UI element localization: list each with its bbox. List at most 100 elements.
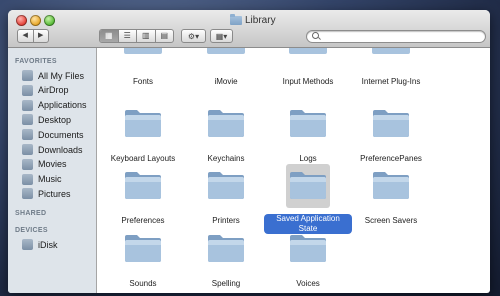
sidebar-item-label: Documents — [38, 129, 84, 140]
folder-label: Screen Savers — [364, 216, 418, 225]
window-title: Library — [230, 13, 276, 27]
folder-item[interactable]: iMovie — [180, 48, 272, 293]
folder-label: iMovie — [214, 77, 238, 86]
action-button[interactable]: ⚙▾ — [181, 29, 206, 43]
sidebar-item-all-my-files[interactable]: All My Files — [8, 68, 96, 83]
sidebar-item-desktop[interactable]: Desktop — [8, 112, 96, 127]
folder-icon — [208, 172, 244, 199]
folder-label: Keyboard Layouts — [110, 154, 176, 163]
list-view-button[interactable]: ☰ — [117, 30, 137, 42]
desktop-icon — [22, 114, 33, 126]
airdrop-icon — [22, 84, 33, 96]
devices-header: DEVICES — [15, 227, 48, 234]
column-view-button[interactable]: ▥ — [136, 30, 155, 42]
folder-label: Input Methods — [282, 77, 334, 86]
folder-label: Printers — [212, 216, 240, 225]
sidebar-item-movies[interactable]: Movies — [8, 157, 96, 172]
folder-label: Voices — [296, 279, 320, 288]
sidebar: FAVORITES All My Files AirDrop Application… — [8, 48, 97, 293]
sidebar-item-label: AirDrop — [38, 85, 69, 96]
folder-icon — [289, 48, 327, 54]
sidebar-item-downloads[interactable]: Downloads — [8, 142, 96, 157]
sidebar-item-label: iDisk — [38, 239, 58, 250]
documents-icon — [22, 129, 33, 141]
folder-item[interactable]: Sounds — [97, 48, 189, 293]
folder-icon — [124, 48, 162, 54]
music-icon — [22, 173, 33, 185]
finder-window: Library ◀ ▶ ▦ ☰ ▥ ▤ ⚙▾ ▦▾ FAVORITES All … — [8, 10, 490, 293]
folder-icon — [125, 110, 161, 137]
arrange-button[interactable]: ▦▾ — [210, 29, 233, 43]
list-icon: ☰ — [123, 31, 131, 40]
downloads-icon — [22, 144, 33, 155]
coverflow-icon: ▤ — [160, 31, 169, 40]
nav-buttons: ◀ ▶ — [17, 29, 49, 43]
sidebar-item-idisk[interactable]: iDisk — [8, 237, 96, 252]
sidebar-item-label: Desktop — [38, 114, 72, 125]
cover-flow-view-button[interactable]: ▤ — [154, 30, 174, 42]
folder-icon — [372, 48, 410, 54]
search-icon — [312, 32, 319, 39]
icon-view-button[interactable]: ▦ — [100, 30, 118, 42]
folder-icon — [290, 172, 326, 199]
folder-icon — [208, 110, 244, 137]
close-button[interactable] — [16, 15, 27, 26]
window-title-text: Library — [245, 14, 276, 26]
icon-view-area: Fonts iMovie Input Methods Internet Plug-In… — [97, 48, 490, 293]
folder-item[interactable]: Printers — [180, 48, 272, 293]
sidebar-item-pictures[interactable]: Pictures — [8, 186, 96, 201]
grid-icon: ▦ — [104, 31, 113, 40]
folder-item[interactable]: Voices — [262, 48, 354, 293]
sidebar-item-label: Movies — [38, 159, 67, 170]
folder-label: Logs — [299, 154, 317, 163]
folder-item[interactable]: Preferences — [97, 48, 189, 293]
sidebar-item-label: All My Files — [38, 70, 85, 81]
columns-icon: ▥ — [141, 31, 150, 40]
folder-label: Sounds — [129, 279, 157, 288]
folder-item[interactable]: Fonts — [97, 48, 189, 293]
sidebar-item-applications[interactable]: Applications — [8, 98, 96, 113]
folder-item[interactable]: Input Methods — [262, 48, 354, 293]
gear-icon: ⚙▾ — [187, 31, 200, 41]
folder-icon — [207, 48, 245, 54]
search-field[interactable] — [306, 30, 486, 43]
applications-icon — [22, 99, 33, 111]
zoom-button[interactable] — [44, 15, 55, 26]
folder-item[interactable]: PreferencePanes — [345, 48, 437, 293]
view-mode-buttons: ▦ ☰ ▥ ▤ — [99, 29, 174, 43]
folder-label: Internet Plug-Ins — [361, 77, 421, 86]
sidebar-item-label: Applications — [38, 100, 87, 111]
sidebar-item-airdrop[interactable]: AirDrop — [8, 83, 96, 98]
folder-item[interactable]: Logs — [262, 48, 354, 293]
sidebar-item-label: Pictures — [38, 188, 71, 199]
back-button[interactable]: ◀ — [18, 30, 33, 42]
folder-item[interactable]: Keychains — [180, 48, 272, 293]
folder-item[interactable]: Saved Application State — [262, 48, 354, 293]
sidebar-item-documents[interactable]: Documents — [8, 127, 96, 142]
folder-icon — [290, 235, 326, 262]
folder-icon — [125, 235, 161, 262]
movies-icon — [22, 158, 33, 170]
arrange-icon: ▦▾ — [215, 31, 228, 41]
folder-item[interactable]: Internet Plug-Ins — [345, 48, 437, 293]
selection-highlight — [286, 164, 330, 208]
shared-header: SHARED — [15, 210, 47, 217]
sidebar-item-music[interactable]: Music — [8, 172, 96, 187]
folder-item[interactable]: Spelling — [180, 48, 272, 293]
forward-button[interactable]: ▶ — [32, 30, 49, 42]
folder-icon — [230, 13, 242, 25]
folder-icon — [373, 110, 409, 137]
folder-item[interactable]: Screen Savers — [345, 48, 437, 293]
folder-label: PreferencePanes — [360, 154, 422, 163]
minimize-button[interactable] — [30, 15, 41, 26]
sidebar-item-label: Downloads — [38, 144, 83, 155]
sidebar-item-label: Music — [38, 174, 62, 185]
chevron-right-icon: ▶ — [38, 32, 44, 39]
folder-icon — [208, 235, 244, 262]
folder-label: Saved Application State — [264, 214, 352, 234]
folder-item[interactable]: Keyboard Layouts — [97, 48, 189, 293]
folder-label: Fonts — [132, 77, 153, 86]
folder-label: Keychains — [207, 154, 245, 163]
toolbar: Library ◀ ▶ ▦ ☰ ▥ ▤ ⚙▾ ▦▾ — [8, 10, 490, 48]
folder-icon — [125, 172, 161, 199]
